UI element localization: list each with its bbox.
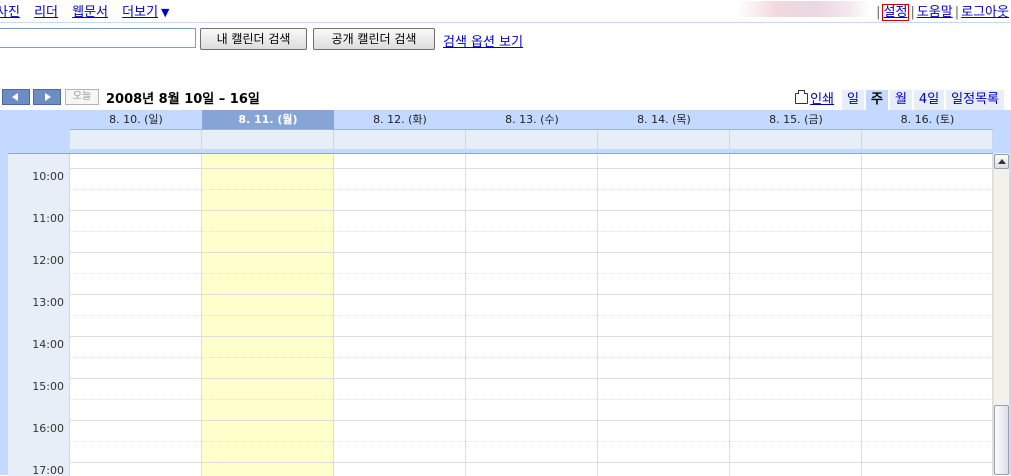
account-nav: | 설정 | 도움말 | 로그아웃 xyxy=(737,1,1009,21)
hour-gridline xyxy=(70,378,993,379)
separator: | xyxy=(910,5,915,20)
week-calendar: 8. 10. (일) 8. 11. (월) 8. 12. (화) 8. 13. (수)… xyxy=(0,110,1011,476)
day-header[interactable]: 8. 14. (목) xyxy=(598,110,730,129)
day-header[interactable]: 8. 13. (수) xyxy=(466,110,598,129)
day-headers: 8. 10. (일) 8. 11. (월) 8. 12. (화) 8. 13. (수)… xyxy=(70,110,993,129)
hour-gridline xyxy=(70,420,993,421)
all-day-row[interactable] xyxy=(70,129,993,149)
all-day-cell[interactable] xyxy=(70,130,202,149)
settings-link[interactable]: 설정 xyxy=(881,4,910,21)
print-button[interactable]: 인쇄 xyxy=(795,88,834,107)
half-hour-gridline xyxy=(70,399,993,400)
top-nav-bar: 사진 리더 웹문서 더보기 ▼ | 설정 | 도움말 | 로그아웃 xyxy=(0,0,1011,23)
chevron-right-icon xyxy=(45,93,51,101)
all-day-cell[interactable] xyxy=(598,130,730,149)
day-header[interactable]: 8. 16. (토) xyxy=(862,110,993,129)
separator: | xyxy=(954,5,960,20)
hour-label: 15:00 xyxy=(32,380,64,393)
hour-label: 13:00 xyxy=(32,296,64,309)
search-my-calendars-button[interactable]: 내 캘린더 검색 xyxy=(200,28,307,50)
day-header[interactable]: 8. 11. (월) xyxy=(202,110,334,129)
nav-link-more[interactable]: 더보기 xyxy=(122,5,158,20)
half-hour-gridline xyxy=(70,441,993,442)
search-input[interactable] xyxy=(0,28,196,48)
day-header[interactable]: 8. 10. (일) xyxy=(70,110,202,129)
all-day-cell[interactable] xyxy=(334,130,466,149)
scroll-up-button[interactable] xyxy=(994,154,1009,169)
printer-icon xyxy=(795,90,809,104)
half-hour-gridline xyxy=(70,231,993,232)
view-tab-4[interactable]: 일정목록 xyxy=(946,90,1004,110)
hour-label: 11:00 xyxy=(32,212,64,225)
hour-label: 10:00 xyxy=(32,170,64,183)
nav-link-web[interactable]: 웹문서 xyxy=(72,5,108,20)
logout-link[interactable]: 로그아웃 xyxy=(961,5,1009,20)
hour-gridline xyxy=(70,462,993,463)
chevron-left-icon xyxy=(12,93,18,101)
time-column: 10:00 11:00 12:00 13:00 14:00 15:00 16:00 17:00 xyxy=(8,154,70,476)
hour-label: 12:00 xyxy=(32,254,64,267)
chevron-down-icon[interactable]: ▼ xyxy=(161,6,169,19)
hour-gridline xyxy=(70,252,993,253)
next-week-button[interactable] xyxy=(33,89,61,105)
view-switcher: 인쇄 일 주 월 4일 일정목록 xyxy=(795,88,1004,110)
hour-label: 16:00 xyxy=(32,422,64,435)
print-label[interactable]: 인쇄 xyxy=(810,92,834,107)
view-tab-1[interactable]: 주 xyxy=(865,90,888,110)
hour-gridline xyxy=(70,168,993,169)
scrollbar-thumb[interactable] xyxy=(994,405,1009,475)
day-header[interactable]: 8. 15. (금) xyxy=(730,110,862,129)
hour-gridline xyxy=(70,210,993,211)
arrow-up-icon xyxy=(998,159,1006,164)
search-public-calendars-button[interactable]: 공개 캘린더 검색 xyxy=(313,28,435,50)
search-options-link[interactable]: 검색 옵션 보기 xyxy=(443,31,523,50)
half-hour-gridline xyxy=(70,357,993,358)
day-header[interactable]: 8. 12. (화) xyxy=(334,110,466,129)
hour-gridline xyxy=(70,294,993,295)
view-tab-3[interactable]: 4일 xyxy=(913,90,945,110)
calendar-toolbar: 오늘 2008년 8월 10일 – 16일 인쇄 일 주 월 4일 일정목록 xyxy=(0,88,1011,110)
all-day-cell[interactable] xyxy=(730,130,862,149)
today-button[interactable]: 오늘 xyxy=(65,89,99,105)
nav-link-reader[interactable]: 리더 xyxy=(34,5,58,20)
hour-label: 17:00 xyxy=(32,464,64,476)
all-day-cell[interactable] xyxy=(466,130,598,149)
all-day-cell[interactable] xyxy=(862,130,993,149)
prev-week-button[interactable] xyxy=(2,89,30,105)
nav-link-photos[interactable]: 사진 xyxy=(0,5,20,20)
separator: | xyxy=(876,5,881,20)
grid-scrollbar[interactable] xyxy=(993,153,1009,475)
all-day-cell[interactable] xyxy=(202,130,334,149)
time-grid[interactable]: 10:00 11:00 12:00 13:00 14:00 15:00 16:00 17:00 xyxy=(8,153,993,476)
half-hour-gridline xyxy=(70,189,993,190)
user-email-redacted xyxy=(737,1,870,17)
view-tab-2[interactable]: 월 xyxy=(889,90,912,110)
hour-gridline xyxy=(70,336,993,337)
half-hour-gridline xyxy=(70,315,993,316)
search-row: 내 캘린더 검색 공개 캘린더 검색 검색 옵션 보기 xyxy=(0,28,1011,50)
hour-label: 14:00 xyxy=(32,338,64,351)
half-hour-gridline xyxy=(70,273,993,274)
view-tab-0[interactable]: 일 xyxy=(842,90,864,110)
help-link[interactable]: 도움말 xyxy=(917,5,953,20)
date-range-title: 2008년 8월 10일 – 16일 xyxy=(106,92,260,107)
product-nav: 사진 리더 웹문서 더보기 ▼ xyxy=(0,1,180,20)
